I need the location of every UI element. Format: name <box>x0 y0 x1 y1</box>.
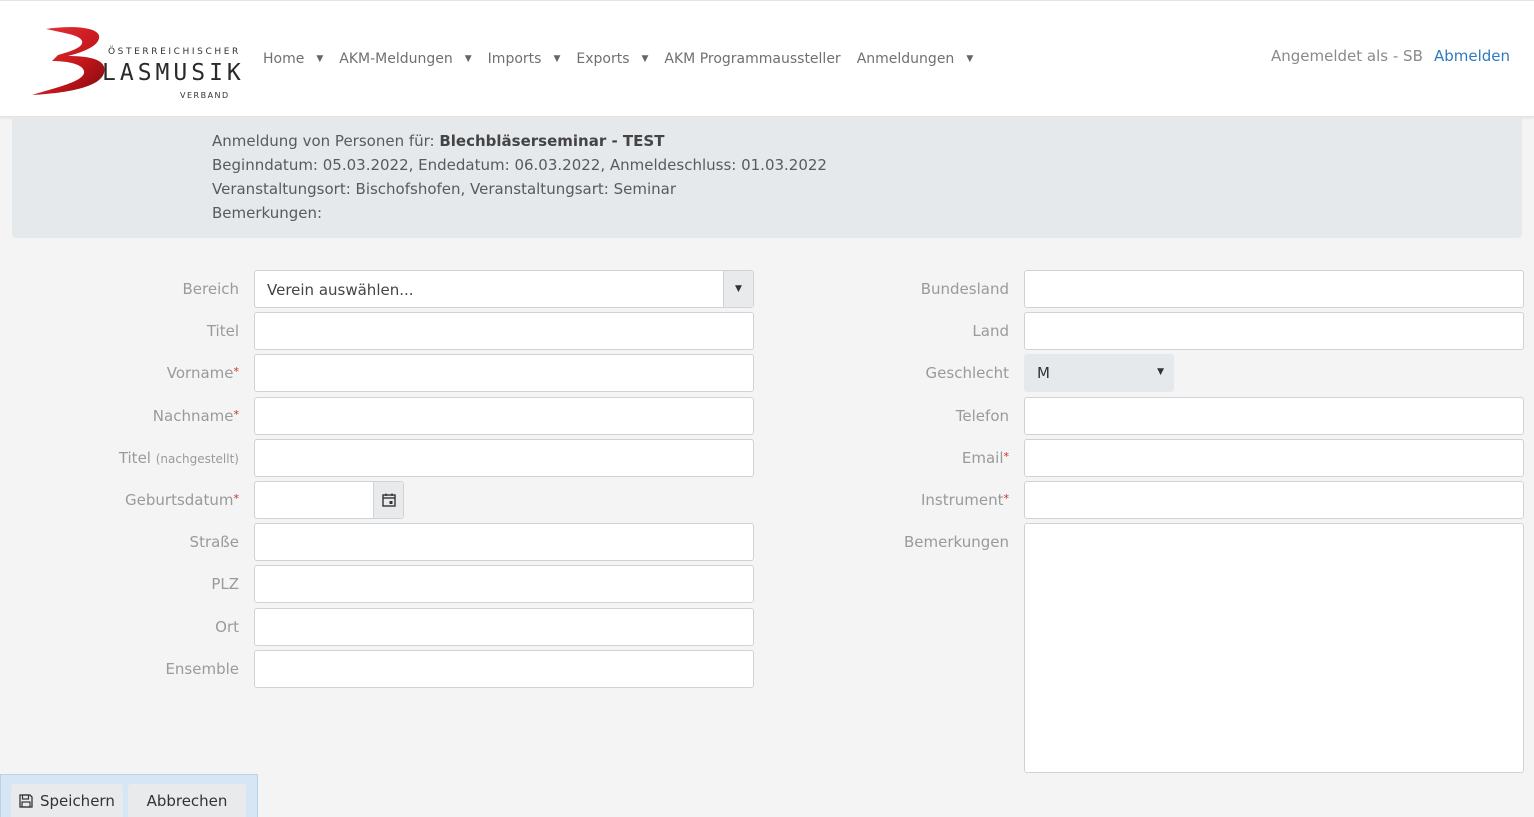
strasse-label: Straße <box>189 533 239 551</box>
required-marker: * <box>233 408 240 421</box>
nav-exports[interactable]: Exports ▼ <box>576 51 648 67</box>
titel-input[interactable] <box>254 312 754 350</box>
vorname-input[interactable] <box>254 354 754 392</box>
geburtsdatum-input[interactable] <box>254 481 404 519</box>
ensemble-label: Ensemble <box>165 660 239 678</box>
instrument-input[interactable] <box>1024 481 1524 519</box>
event-name: Blechbläserseminar - TEST <box>439 132 665 150</box>
cancel-button[interactable]: Abbrechen <box>128 784 246 817</box>
floppy-disk-icon <box>19 794 33 808</box>
land-input[interactable] <box>1024 312 1524 350</box>
caret-down-icon: ▼ <box>316 54 324 64</box>
bereich-label: Bereich <box>182 280 239 298</box>
plz-input[interactable] <box>254 565 754 603</box>
titel-nachgestellt-label: Titel (nachgestellt) <box>118 449 239 467</box>
main-nav: Home ▼ AKM-Meldungen ▼ Imports ▼ Exports ▼ A… <box>263 51 989 67</box>
nav-imports[interactable]: Imports ▼ <box>488 51 561 67</box>
bereich-select[interactable]: Verein auswählen... ▼ <box>254 270 754 308</box>
caret-down-icon: ▼ <box>641 54 649 64</box>
geschlecht-label: Geschlecht <box>925 364 1009 382</box>
nav-home[interactable]: Home ▼ <box>263 51 323 67</box>
logo-bottom-text: VERBAND <box>180 91 230 100</box>
logged-in-user: Angemeldet als - SB <box>1271 47 1423 65</box>
event-title-line: Anmeldung von Personen für: Blechbläsers… <box>212 132 665 150</box>
instrument-label: Instrument* <box>920 491 1010 509</box>
logo-top-text: ÖSTERREICHISCHER <box>108 47 241 57</box>
ensemble-input[interactable] <box>254 650 754 688</box>
email-input[interactable] <box>1024 439 1524 477</box>
required-marker: * <box>233 492 240 505</box>
bemerkungen-label: Bemerkungen <box>903 533 1009 551</box>
telefon-label: Telefon <box>955 407 1009 425</box>
ort-label: Ort <box>215 618 239 636</box>
logout-link[interactable]: Abmelden <box>1434 47 1510 65</box>
nachname-label: Nachname* <box>152 407 240 425</box>
caret-down-icon[interactable]: ▼ <box>723 271 753 307</box>
event-dates: Beginndatum: 05.03.2022, Endedatum: 06.0… <box>212 156 827 174</box>
event-remarks: Bemerkungen: <box>212 204 323 222</box>
calendar-button[interactable] <box>373 482 403 518</box>
top-navbar: ÖSTERREICHISCHER LASMUSIK VERBAND Home ▼ … <box>0 0 1534 117</box>
nachname-input[interactable] <box>254 397 754 435</box>
ort-input[interactable] <box>254 608 754 646</box>
bemerkungen-textarea[interactable] <box>1024 523 1524 773</box>
telefon-input[interactable] <box>1024 397 1524 435</box>
land-label: Land <box>972 322 1009 340</box>
required-marker: * <box>1003 450 1010 463</box>
email-label: Email* <box>961 449 1010 467</box>
geschlecht-select[interactable]: M ▼ <box>1024 354 1174 392</box>
nav-akm-meldungen[interactable]: AKM-Meldungen ▼ <box>339 51 471 67</box>
nav-akm-programmaussteller[interactable]: AKM Programmaussteller <box>664 51 840 67</box>
calendar-icon <box>381 493 396 507</box>
plz-label: PLZ <box>211 575 239 593</box>
geburtsdatum-label: Geburtsdatum* <box>125 491 239 509</box>
logo-main-text: LASMUSIK <box>102 60 245 86</box>
event-info-panel: Anmeldung von Personen für: Blechbläsers… <box>12 117 1522 238</box>
required-marker: * <box>233 365 240 378</box>
caret-down-icon: ▼ <box>464 54 472 64</box>
titel-label: Titel <box>206 322 239 340</box>
form-action-bar: Speichern Abbrechen <box>0 774 258 817</box>
event-location: Veranstaltungsort: Bischofshofen, Verans… <box>212 180 676 198</box>
caret-down-icon: ▼ <box>1157 367 1164 377</box>
required-marker: * <box>1003 492 1010 505</box>
vorname-label: Vorname* <box>166 364 240 382</box>
save-button[interactable]: Speichern <box>11 784 123 817</box>
nav-anmeldungen[interactable]: Anmeldungen ▼ <box>857 51 974 67</box>
bundesland-input[interactable] <box>1024 270 1524 308</box>
titel-nachgestellt-input[interactable] <box>254 439 754 477</box>
caret-down-icon: ▼ <box>553 54 561 64</box>
blasmusik-logo[interactable]: ÖSTERREICHISCHER LASMUSIK VERBAND <box>28 23 241 103</box>
caret-down-icon: ▼ <box>966 54 974 64</box>
strasse-input[interactable] <box>254 523 754 561</box>
bundesland-label: Bundesland <box>920 280 1009 298</box>
